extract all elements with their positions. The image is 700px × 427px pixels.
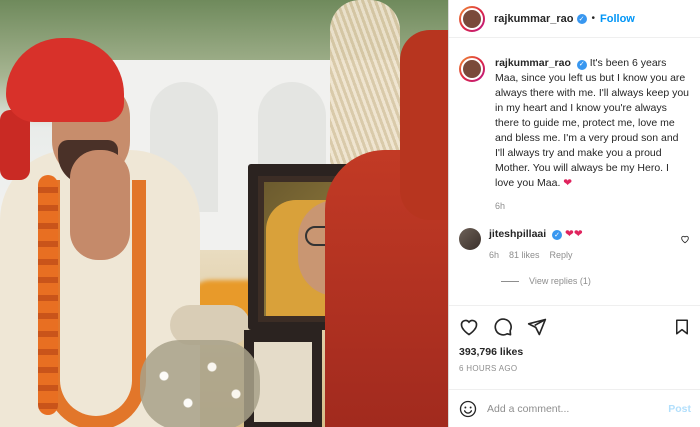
- instagram-post: rajkummar_rao ✓ • Follow rajkummar_rao ✓…: [0, 0, 700, 427]
- share-paper-plane-icon[interactable]: [527, 317, 547, 337]
- heart-emoji: ❤: [563, 177, 573, 189]
- commenter-username[interactable]: jiteshpillaai: [489, 228, 546, 240]
- caption-avatar[interactable]: [459, 56, 485, 82]
- view-replies[interactable]: View replies (1): [501, 276, 700, 286]
- author-avatar[interactable]: [459, 5, 485, 32]
- header-separator: •: [591, 13, 596, 24]
- save-bookmark-icon[interactable]: [673, 317, 691, 337]
- caption-avatar-image: [461, 58, 483, 80]
- action-bar: 393,796 likes 6 HOURS AGO: [449, 305, 700, 373]
- likes-count[interactable]: 393,796 likes: [459, 346, 691, 358]
- post-time-ago[interactable]: 6 HOURS AGO: [459, 364, 691, 373]
- post-header: rajkummar_rao ✓ • Follow: [449, 0, 700, 38]
- post-comment-button[interactable]: Post: [668, 403, 691, 415]
- author-avatar-image: [461, 7, 483, 30]
- commenter-verified-badge-icon: ✓: [552, 230, 563, 240]
- post-photo[interactable]: [0, 0, 448, 427]
- comment-item: jiteshpillaai ✓ ❤❤ 6h 81 likes Reply: [449, 214, 700, 260]
- comment-bubble-icon[interactable]: [493, 317, 513, 337]
- photo-pampas-grass: [330, 0, 400, 170]
- photo-folded-hands: [70, 150, 130, 260]
- photo-second-frame-picture: [254, 342, 312, 422]
- comment-body: jiteshpillaai ✓ ❤❤ 6h 81 likes Reply: [489, 228, 583, 260]
- photo-bride-veil: [400, 30, 448, 220]
- caption-time[interactable]: 6h: [495, 199, 690, 214]
- caption-username[interactable]: rajkummar_rao: [495, 57, 571, 69]
- comment-time[interactable]: 6h: [489, 250, 499, 260]
- comment-emoji: ❤❤: [565, 228, 583, 240]
- photo-arm: [170, 305, 250, 345]
- caption-verified-badge-icon: ✓: [576, 59, 587, 70]
- emoji-smiley-icon[interactable]: [459, 400, 477, 418]
- like-heart-icon[interactable]: [459, 317, 479, 337]
- post-sidebar: rajkummar_rao ✓ • Follow rajkummar_rao ✓…: [448, 0, 700, 427]
- caption: rajkummar_rao ✓ It's been 6 years Maa, s…: [449, 38, 700, 214]
- author-username[interactable]: rajkummar_rao: [494, 13, 574, 25]
- photo-babys-breath-flowers: [140, 340, 260, 427]
- comment-text-line: jiteshpillaai ✓ ❤❤: [489, 228, 583, 240]
- view-replies-label: View replies (1): [529, 276, 591, 286]
- add-comment-input[interactable]: [487, 402, 647, 415]
- comment-meta: 6h 81 likes Reply: [489, 250, 583, 260]
- photo-garland-strand: [38, 175, 58, 415]
- action-icons-row: [459, 316, 691, 338]
- reply-button[interactable]: Reply: [550, 250, 573, 260]
- add-comment-bar: Post: [449, 389, 700, 427]
- view-replies-line: [501, 280, 519, 282]
- comment-like-heart-icon[interactable]: [680, 234, 690, 244]
- follow-button[interactable]: Follow: [600, 13, 635, 25]
- commenter-avatar[interactable]: [459, 228, 481, 250]
- caption-body: rajkummar_rao ✓ It's been 6 years Maa, s…: [495, 56, 690, 214]
- comment-likes[interactable]: 81 likes: [509, 250, 540, 260]
- verified-badge-icon: ✓: [576, 13, 587, 24]
- caption-text: It's been 6 years Maa, since you left us…: [495, 57, 690, 189]
